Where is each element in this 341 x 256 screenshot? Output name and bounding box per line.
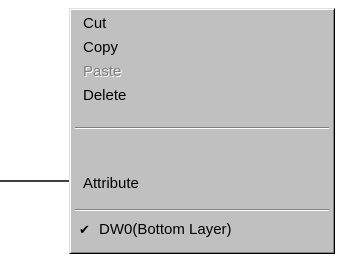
menu-item-delete[interactable]: Delete — [70, 85, 334, 107]
menu-item-label: Copy — [83, 39, 119, 56]
menu-item-label: DW0(Bottom Layer) — [99, 221, 232, 238]
menu-item-cut[interactable]: Cut — [70, 13, 334, 35]
menu-item-copy[interactable]: Copy — [70, 37, 334, 59]
menu-item-bottom-layer[interactable]: ✔ DW0(Bottom Layer) — [70, 219, 334, 241]
menu-separator — [75, 209, 329, 211]
menu-item-label: Cut — [83, 15, 107, 32]
screenshot-stage: Cut Copy Paste Delete Attribute ✔ DW0(Bo… — [0, 0, 341, 256]
menu-item-label: Attribute — [83, 175, 139, 192]
menu-separator — [75, 127, 329, 129]
menu-item-label: Delete — [83, 87, 127, 104]
menu-item-label: Paste — [83, 63, 122, 80]
menu-item-paste: Paste — [70, 61, 334, 83]
menu-item-attribute[interactable]: Attribute — [70, 173, 334, 195]
checkmark-icon: ✔ — [79, 222, 90, 237]
context-menu: Cut Copy Paste Delete Attribute ✔ DW0(Bo… — [69, 8, 335, 254]
